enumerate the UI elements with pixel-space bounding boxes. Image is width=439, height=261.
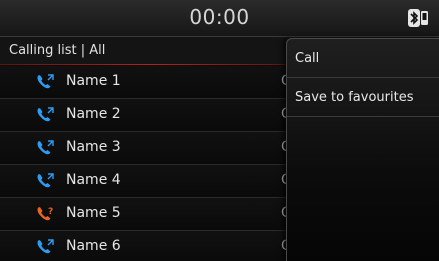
contact-name: Name 4 bbox=[66, 172, 121, 188]
phone-call-icon bbox=[37, 173, 54, 188]
list-item[interactable]: Name 3 C bbox=[0, 132, 300, 165]
status-bar: 00:00 bbox=[0, 0, 439, 37]
list-title: Calling list | All bbox=[9, 43, 106, 58]
list-item[interactable]: ? Name 5 C bbox=[0, 198, 300, 231]
list-item[interactable]: Name 2 C bbox=[0, 99, 300, 132]
calling-list: Name 1 C Name 2 C Name 3 C Name 4 bbox=[0, 66, 300, 261]
contact-name: Name 5 bbox=[66, 205, 121, 221]
phone-screen: 00:00 Calling list | All Name 1 C Name 2 bbox=[0, 0, 439, 261]
contact-name: Name 3 bbox=[66, 139, 121, 155]
phone-call-icon bbox=[37, 140, 54, 155]
phone-call-icon bbox=[37, 107, 54, 122]
list-item[interactable]: Name 6 C bbox=[0, 231, 300, 261]
list-item[interactable]: Name 1 C bbox=[0, 66, 300, 99]
list-item[interactable]: Name 4 C bbox=[0, 165, 300, 198]
contact-name: Name 1 bbox=[66, 73, 121, 89]
options-popup: Call Save to favourites bbox=[286, 38, 439, 261]
clock: 00:00 bbox=[189, 5, 250, 29]
call-button[interactable]: Call bbox=[287, 39, 439, 78]
bluetooth-phone-icon bbox=[408, 9, 428, 27]
save-to-favourites-label: Save to favourites bbox=[295, 90, 414, 105]
contact-name: Name 6 bbox=[66, 238, 121, 254]
call-button-label: Call bbox=[295, 51, 320, 66]
save-to-favourites-button[interactable]: Save to favourites bbox=[287, 78, 439, 117]
svg-text:?: ? bbox=[48, 207, 53, 217]
contact-name: Name 2 bbox=[66, 106, 121, 122]
phone-call-icon bbox=[37, 239, 54, 254]
missed-call-icon: ? bbox=[37, 207, 53, 221]
header-divider bbox=[0, 64, 300, 65]
phone-call-icon bbox=[37, 74, 54, 89]
